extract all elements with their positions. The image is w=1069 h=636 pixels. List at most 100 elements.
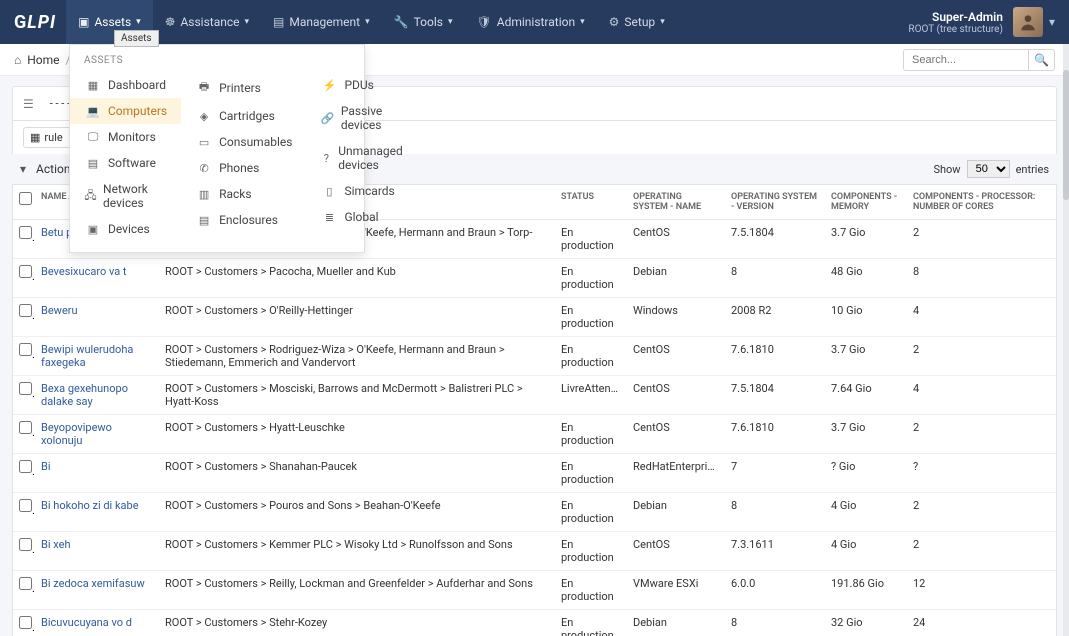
dropdown-item-software[interactable]: ▤Software [70, 150, 181, 176]
row-entity: ROOT > Customers > Reilly, Lockman and G… [159, 571, 555, 610]
row-os: Debian [627, 259, 725, 298]
row-memory: 191.86 Gio [825, 571, 907, 610]
menu-administration[interactable]: 🛡Administration▾ [465, 0, 597, 44]
search-input[interactable] [903, 49, 1029, 71]
column-header[interactable]: COMPONENTS - MEMORY [825, 185, 907, 220]
dropdown-item-devices[interactable]: ▣Devices [70, 216, 181, 242]
row-os: Windows [627, 298, 725, 337]
laptop-icon: 💻 [84, 105, 102, 118]
row-cores: 8 [907, 259, 1056, 298]
chevron-down-icon: ▾ [245, 17, 250, 27]
row-checkbox[interactable] [19, 226, 32, 239]
filter-icon[interactable]: ▾ [20, 162, 26, 176]
row-name[interactable]: Bexa gexehunopo dalake say [35, 376, 159, 415]
row-os: CentOS [627, 376, 725, 415]
row-os: Debian [627, 493, 725, 532]
row-checkbox[interactable] [19, 265, 32, 278]
dropdown-item-computers[interactable]: 💻Computers [70, 98, 181, 124]
dropdown-item-cartridges[interactable]: ◈Cartridges [181, 103, 306, 129]
table-row: Bi xehROOT > Customers > Kemmer PLC > Wi… [13, 532, 1056, 571]
home-icon[interactable]: ⌂ [14, 53, 21, 67]
show-suffix: entries [1016, 163, 1049, 176]
row-checkbox[interactable] [19, 499, 32, 512]
column-header[interactable]: OPERATING SYSTEM - NAME [627, 185, 725, 220]
row-name[interactable]: Beyopovipewo xolonuju [35, 415, 159, 454]
select-all-checkbox[interactable] [19, 192, 32, 205]
table-row: Bi hokoho zi di kabeROOT > Customers > P… [13, 493, 1056, 532]
row-checkbox[interactable] [19, 460, 32, 473]
dropdown-item-dashboard[interactable]: ▦Dashboard [70, 72, 181, 98]
row-status: LivreAttenteClient [555, 376, 627, 415]
row-cores: 4 [907, 298, 1056, 337]
row-name[interactable]: Beweru [35, 298, 159, 337]
breadcrumb-home[interactable]: Home [27, 53, 59, 67]
dropdown-item-pdus[interactable]: ⚡PDUs [306, 72, 422, 98]
row-entity: ROOT > Customers > Pacocha, Mueller and … [159, 259, 555, 298]
row-name[interactable]: Bi xeh [35, 532, 159, 571]
column-header[interactable] [13, 185, 35, 220]
row-memory: 7.64 Gio [825, 376, 907, 415]
print-icon: 🖶 [195, 78, 213, 97]
row-memory: ? Gio [825, 454, 907, 493]
chevron-down-icon: ▾ [1049, 15, 1055, 29]
rack-icon: ▥ [195, 188, 213, 201]
row-checkbox[interactable] [19, 304, 32, 317]
row-name[interactable]: Bevesixucaro va t [35, 259, 159, 298]
chevron-down-icon: ▾ [580, 17, 585, 27]
dropdown-item-passive-devices[interactable]: 🔗Passive devices [306, 98, 422, 138]
row-name[interactable]: Bewipi wulerudoha faxegeka [35, 337, 159, 376]
dropdown-item-network-devices[interactable]: 🖧Network devices [70, 176, 181, 216]
row-osversion: 7.3.1611 [725, 532, 825, 571]
row-checkbox[interactable] [19, 538, 32, 551]
row-checkbox[interactable] [19, 421, 32, 434]
search-icon: 🔍 [1034, 53, 1049, 67]
row-checkbox[interactable] [19, 343, 32, 356]
net-icon: 🖧 [84, 187, 97, 206]
row-cores: 2 [907, 337, 1056, 376]
show-count-select[interactable]: 50 [967, 160, 1010, 178]
column-header[interactable]: STATUS [555, 185, 627, 220]
row-entity: ROOT > Customers > Hyatt-Leuschke [159, 415, 555, 454]
menu-management[interactable]: ▤Management▾ [261, 0, 382, 44]
column-header[interactable]: COMPONENTS - PROCESSOR: NUMBER OF CORES [907, 185, 1056, 220]
row-cores: 2 [907, 532, 1056, 571]
row-name[interactable]: Bi zedoca xemifasuw [35, 571, 159, 610]
cog-icon: ⚙ [609, 15, 620, 29]
row-name[interactable]: Bi hokoho zi di kabe [35, 493, 159, 532]
row-checkbox[interactable] [19, 616, 32, 629]
column-header[interactable]: OPERATING SYSTEM - VERSION [725, 185, 825, 220]
dropdown-item-consumables[interactable]: ▭Consumables [181, 129, 306, 155]
dropdown-item-monitors[interactable]: 🖵Monitors [70, 124, 181, 150]
row-checkbox[interactable] [19, 577, 32, 590]
row-osversion: 2008 R2 [725, 298, 825, 337]
search-button[interactable]: 🔍 [1029, 49, 1055, 71]
dropdown-item-simcards[interactable]: ▯Simcards [306, 178, 422, 204]
sim-icon: ▯ [320, 185, 338, 198]
row-cores: 2 [907, 415, 1056, 454]
dropdown-item-phones[interactable]: ✆Phones [181, 155, 306, 181]
scrollbar[interactable] [1063, 44, 1069, 636]
table-row: Bewipi wulerudoha faxegekaROOT > Custome… [13, 337, 1056, 376]
menu-setup[interactable]: ⚙Setup▾ [597, 0, 677, 44]
dropdown-item-enclosures[interactable]: ▤Enclosures [181, 207, 306, 233]
row-name[interactable]: Bicuvucuyana vo d [35, 610, 159, 636]
row-osversion: 7.5.1804 [725, 220, 825, 259]
chevron-down-icon: ▾ [136, 17, 141, 27]
menu-tools[interactable]: 🔧Tools▾ [382, 0, 465, 44]
row-memory: 48 Gio [825, 259, 907, 298]
chevron-down-icon: ▾ [365, 17, 370, 27]
row-checkbox[interactable] [19, 382, 32, 395]
dropdown-item-global[interactable]: ≣Global [306, 204, 422, 230]
row-name[interactable]: Bi [35, 454, 159, 493]
table-row: Bi zedoca xemifasuwROOT > Customers > Re… [13, 571, 1056, 610]
user-area[interactable]: Super-Admin ROOT (tree structure) ▾ [908, 7, 1055, 37]
dropdown-item-racks[interactable]: ▥Racks [181, 181, 306, 207]
tag-icon: ◈ [195, 110, 213, 123]
dropdown-item-printers[interactable]: 🖶Printers [181, 72, 306, 103]
hamburger-icon[interactable]: ☰ [23, 97, 34, 111]
dropdown-item-unmanaged-devices[interactable]: ?Unmanaged devices [306, 138, 422, 178]
menu-assistance[interactable]: ☸Assistance▾ [153, 0, 261, 44]
row-status: En production [555, 532, 627, 571]
avatar[interactable] [1013, 7, 1043, 37]
shield-icon: 🛡 [477, 15, 492, 29]
